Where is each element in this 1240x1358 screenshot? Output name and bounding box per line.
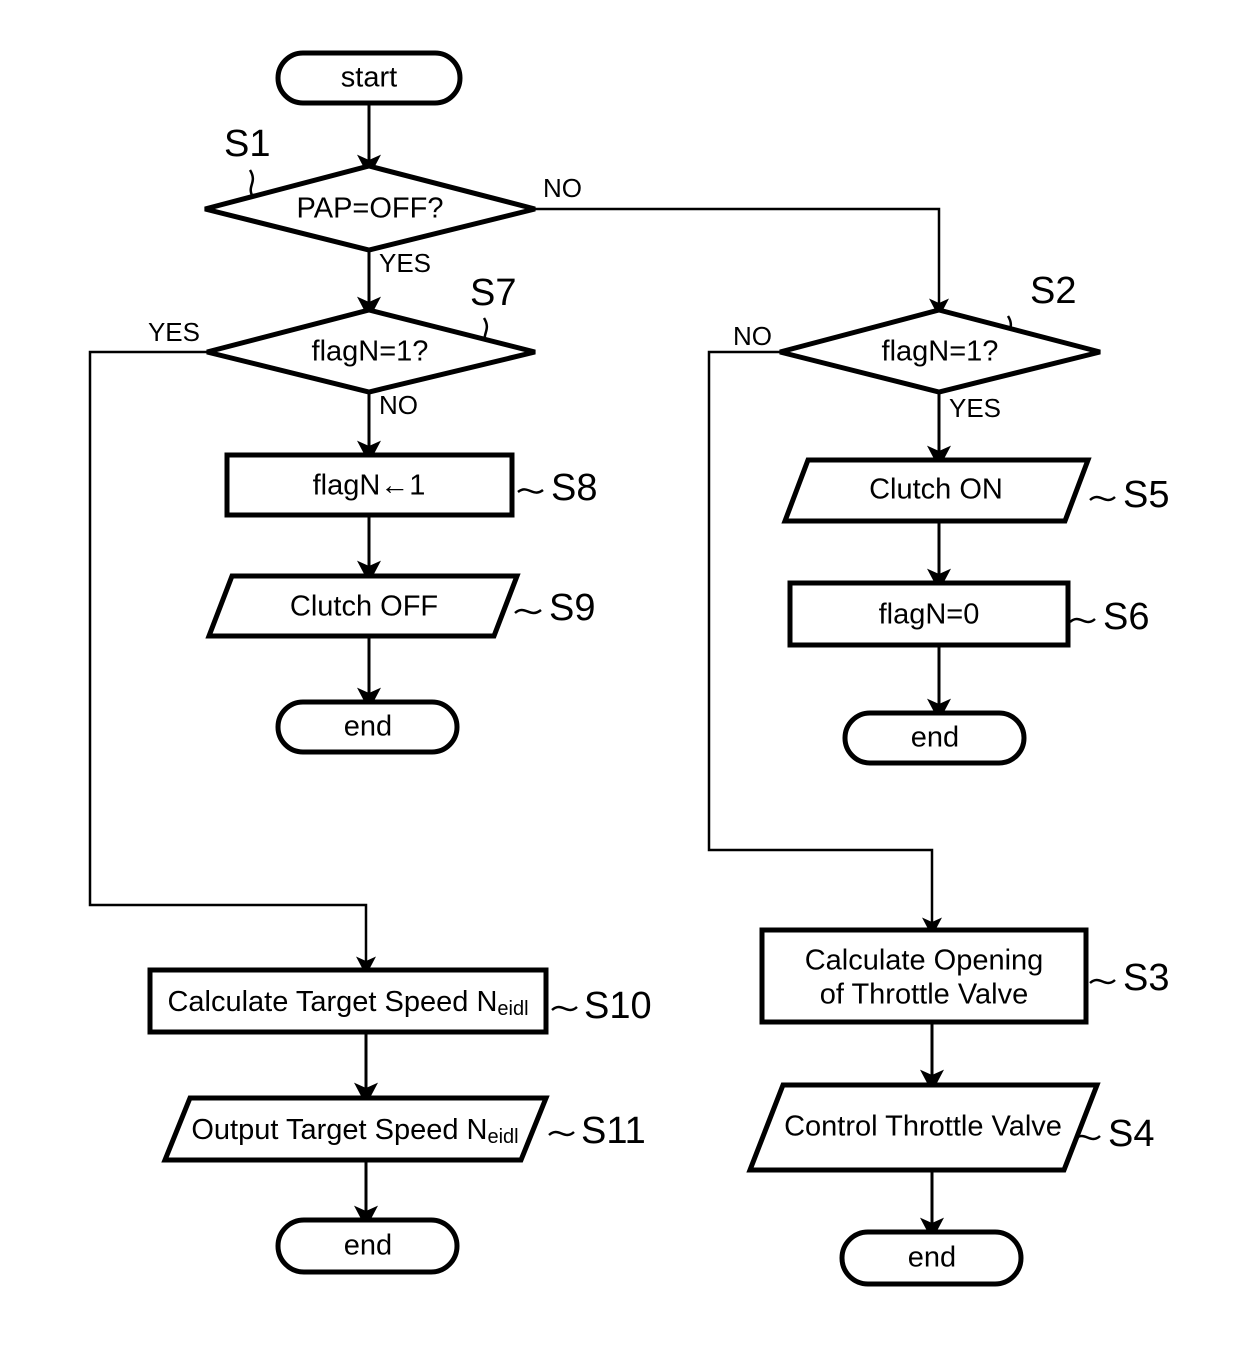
leader-s8: [517, 488, 544, 494]
io-s9-label: Clutch OFF: [290, 591, 438, 623]
step-tag-s5: S5: [1123, 474, 1169, 516]
branch-label-s2-yes: YES: [949, 393, 1001, 423]
leader-s10: [551, 1005, 578, 1012]
flowchart-canvas: start PAP=OFF? S1 NO YES flagN=1? S7 YES…: [0, 0, 1240, 1358]
process-s6-label: flagN=0: [879, 599, 980, 631]
process-s3-label-line1: Calculate Opening: [805, 945, 1044, 977]
decision-s7-label: flagN=1?: [312, 336, 429, 368]
io-s11-label: Output Target Speed Neidl: [191, 1114, 518, 1149]
process-s8-label: flagN←1: [313, 470, 426, 502]
leader-s11: [548, 1130, 575, 1137]
leader-s9: [514, 608, 542, 615]
leader-s1: [248, 169, 255, 198]
branch-label-s1-yes: YES: [379, 248, 431, 278]
io-s5-label: Clutch ON: [869, 474, 1003, 506]
step-tag-s3: S3: [1123, 957, 1169, 999]
decision-s1-label: PAP=OFF?: [297, 193, 444, 225]
flowchart-svg: start PAP=OFF? S1 NO YES flagN=1? S7 YES…: [88, 50, 1169, 1287]
step-tag-s1: S1: [224, 123, 270, 165]
branch-label-s1-no: NO: [543, 173, 582, 203]
terminal-end-right-upper-label: end: [911, 722, 959, 754]
terminal-start-label: start: [341, 62, 397, 94]
step-tag-s8: S8: [551, 467, 597, 509]
step-tag-s11: S11: [581, 1110, 646, 1152]
leader-s6: [1069, 617, 1096, 624]
step-tag-s10: S10: [584, 985, 652, 1027]
connector-s7-yes-to-s10: [88, 350, 377, 976]
step-tag-s7: S7: [470, 272, 516, 314]
step-tag-s4: S4: [1108, 1113, 1154, 1155]
io-s4-label: Control Throttle Valve: [784, 1111, 1062, 1143]
connector-s1-no-to-s2: [535, 207, 950, 318]
branch-label-s2-no: NO: [733, 321, 772, 351]
branch-label-s7-no: NO: [379, 390, 418, 420]
leader-s5: [1089, 495, 1116, 502]
process-s10-main: Calculate Target Speed N: [167, 986, 497, 1018]
process-s10-label: Calculate Target Speed Neidl: [167, 986, 528, 1021]
branch-label-s7-yes: YES: [148, 317, 200, 347]
step-tag-s6: S6: [1103, 596, 1149, 638]
step-tag-s9: S9: [549, 587, 595, 629]
terminal-end-right-lower-label: end: [908, 1242, 956, 1274]
terminal-end-left-upper-label: end: [344, 711, 392, 743]
io-s11-subscript: eidl: [487, 1126, 518, 1148]
process-s10-subscript: eidl: [497, 998, 528, 1020]
step-tag-s2: S2: [1030, 270, 1076, 312]
leader-s3: [1089, 978, 1116, 985]
decision-s2-label: flagN=1?: [882, 336, 999, 368]
io-s11-main: Output Target Speed N: [191, 1114, 487, 1146]
process-s3-label-line2: of Throttle Valve: [820, 979, 1028, 1011]
terminal-end-left-lower-label: end: [344, 1230, 392, 1262]
